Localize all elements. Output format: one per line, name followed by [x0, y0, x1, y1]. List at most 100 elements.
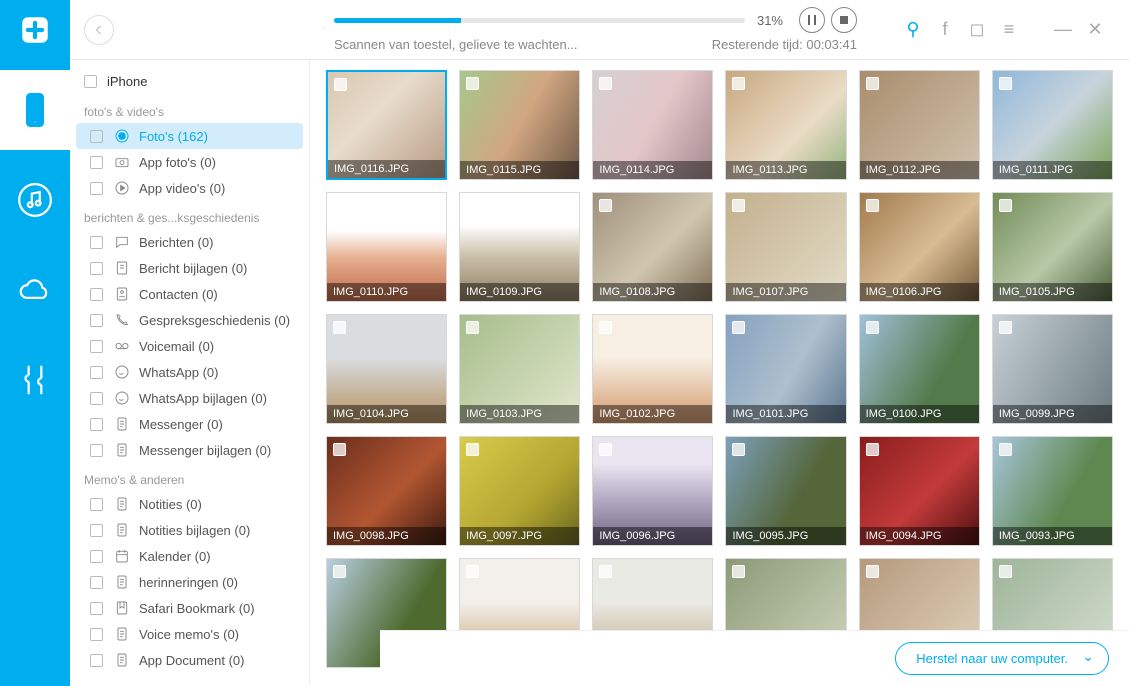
thumb-checkbox[interactable] — [599, 77, 612, 90]
sidebar-item[interactable]: Messenger bijlagen (0) — [70, 437, 309, 463]
photo-thumb[interactable]: IMG_0100.JPG — [859, 314, 980, 424]
device-row[interactable]: iPhone — [70, 68, 309, 95]
rail-music-button[interactable] — [0, 160, 70, 240]
item-checkbox[interactable] — [90, 366, 103, 379]
photo-thumb[interactable]: IMG_0103.JPG — [459, 314, 580, 424]
photo-thumb[interactable]: IMG_0114.JPG — [592, 70, 713, 180]
item-checkbox[interactable] — [90, 262, 103, 275]
sidebar-item[interactable]: App foto's (0) — [70, 149, 309, 175]
thumb-checkbox[interactable] — [333, 199, 346, 212]
thumb-checkbox[interactable] — [466, 199, 479, 212]
sidebar-item[interactable]: Kalender (0) — [70, 543, 309, 569]
photo-thumb[interactable]: IMG_0111.JPG — [992, 70, 1113, 180]
thumb-checkbox[interactable] — [999, 77, 1012, 90]
sidebar-item[interactable]: Notities (0) — [70, 491, 309, 517]
item-checkbox[interactable] — [90, 444, 103, 457]
photo-thumb[interactable]: IMG_0106.JPG — [859, 192, 980, 302]
sidebar-item[interactable]: Bericht bijlagen (0) — [70, 255, 309, 281]
photo-thumb[interactable]: IMG_0094.JPG — [859, 436, 980, 546]
thumb-checkbox[interactable] — [732, 565, 745, 578]
item-checkbox[interactable] — [90, 654, 103, 667]
item-checkbox[interactable] — [90, 498, 103, 511]
photo-thumb[interactable]: IMG_0097.JPG — [459, 436, 580, 546]
photo-thumb[interactable]: IMG_0116.JPG — [326, 70, 447, 180]
photo-thumb[interactable]: IMG_0113.JPG — [725, 70, 846, 180]
photo-thumb[interactable]: IMG_0107.JPG — [725, 192, 846, 302]
thumb-checkbox[interactable] — [999, 443, 1012, 456]
photo-thumb[interactable]: IMG_0098.JPG — [326, 436, 447, 546]
sidebar-item[interactable]: App video's (0) — [70, 175, 309, 201]
thumb-checkbox[interactable] — [466, 443, 479, 456]
thumb-checkbox[interactable] — [599, 565, 612, 578]
thumb-checkbox[interactable] — [334, 78, 347, 91]
feedback-icon[interactable]: ◻ — [965, 19, 989, 40]
item-checkbox[interactable] — [90, 236, 103, 249]
thumb-checkbox[interactable] — [333, 443, 346, 456]
sidebar-item[interactable]: WhatsApp (0) — [70, 359, 309, 385]
photo-thumb[interactable]: IMG_0104.JPG — [326, 314, 447, 424]
item-checkbox[interactable] — [90, 576, 103, 589]
rail-cloud-button[interactable] — [0, 250, 70, 330]
thumb-checkbox[interactable] — [466, 565, 479, 578]
minimize-button[interactable]: — — [1051, 19, 1075, 40]
photo-thumb[interactable]: IMG_0102.JPG — [592, 314, 713, 424]
stop-button[interactable] — [831, 7, 857, 33]
thumb-checkbox[interactable] — [333, 321, 346, 334]
thumb-checkbox[interactable] — [466, 321, 479, 334]
thumb-checkbox[interactable] — [599, 443, 612, 456]
thumb-checkbox[interactable] — [866, 77, 879, 90]
recover-button[interactable]: Herstel naar uw computer. — [895, 642, 1109, 675]
thumb-checkbox[interactable] — [599, 199, 612, 212]
thumb-checkbox[interactable] — [999, 565, 1012, 578]
pause-button[interactable] — [799, 7, 825, 33]
photo-thumb[interactable]: IMG_0099.JPG — [992, 314, 1113, 424]
sidebar-item[interactable]: Safari Bookmark (0) — [70, 595, 309, 621]
photo-thumb[interactable]: IMG_0096.JPG — [592, 436, 713, 546]
sidebar-item[interactable]: Messenger (0) — [70, 411, 309, 437]
sidebar-item[interactable]: Contacten (0) — [70, 281, 309, 307]
item-checkbox[interactable] — [90, 602, 103, 615]
item-checkbox[interactable] — [90, 524, 103, 537]
photo-thumb[interactable]: IMG_0110.JPG — [326, 192, 447, 302]
thumb-checkbox[interactable] — [333, 565, 346, 578]
sidebar-item[interactable]: Foto's (162) — [76, 123, 303, 149]
thumb-checkbox[interactable] — [866, 443, 879, 456]
key-icon[interactable]: ⚲ — [901, 19, 925, 40]
back-button[interactable] — [84, 15, 114, 45]
sidebar-item[interactable]: Notities bijlagen (0) — [70, 517, 309, 543]
thumb-checkbox[interactable] — [732, 199, 745, 212]
sidebar-item[interactable]: Gespreksgeschiedenis (0) — [70, 307, 309, 333]
item-checkbox[interactable] — [90, 340, 103, 353]
sidebar-item[interactable]: App Document (0) — [70, 647, 309, 673]
item-checkbox[interactable] — [90, 628, 103, 641]
photo-thumb[interactable]: IMG_0115.JPG — [459, 70, 580, 180]
menu-icon[interactable]: ≡ — [997, 19, 1021, 40]
item-checkbox[interactable] — [90, 288, 103, 301]
thumb-checkbox[interactable] — [866, 199, 879, 212]
item-checkbox[interactable] — [90, 314, 103, 327]
thumb-checkbox[interactable] — [599, 321, 612, 334]
close-button[interactable]: ✕ — [1083, 19, 1107, 40]
item-checkbox[interactable] — [90, 392, 103, 405]
rail-device-button[interactable] — [0, 70, 70, 150]
thumb-checkbox[interactable] — [866, 321, 879, 334]
photo-thumb[interactable]: IMG_0101.JPG — [725, 314, 846, 424]
sidebar-item[interactable]: Berichten (0) — [70, 229, 309, 255]
thumb-checkbox[interactable] — [732, 77, 745, 90]
photo-thumb[interactable]: IMG_0093.JPG — [992, 436, 1113, 546]
sidebar-item[interactable]: WhatsApp bijlagen (0) — [70, 385, 309, 411]
thumb-checkbox[interactable] — [732, 321, 745, 334]
item-checkbox[interactable] — [90, 156, 103, 169]
thumb-checkbox[interactable] — [866, 565, 879, 578]
thumb-checkbox[interactable] — [999, 321, 1012, 334]
photo-thumb[interactable]: IMG_0112.JPG — [859, 70, 980, 180]
device-checkbox[interactable] — [84, 75, 97, 88]
photo-thumb[interactable]: IMG_0095.JPG — [725, 436, 846, 546]
photo-thumb[interactable]: IMG_0108.JPG — [592, 192, 713, 302]
thumb-checkbox[interactable] — [466, 77, 479, 90]
sidebar-item[interactable]: herinneringen (0) — [70, 569, 309, 595]
sidebar-item[interactable]: Voicemail (0) — [70, 333, 309, 359]
facebook-icon[interactable]: f — [933, 19, 957, 40]
item-checkbox[interactable] — [90, 550, 103, 563]
sidebar-item[interactable]: Voice memo's (0) — [70, 621, 309, 647]
